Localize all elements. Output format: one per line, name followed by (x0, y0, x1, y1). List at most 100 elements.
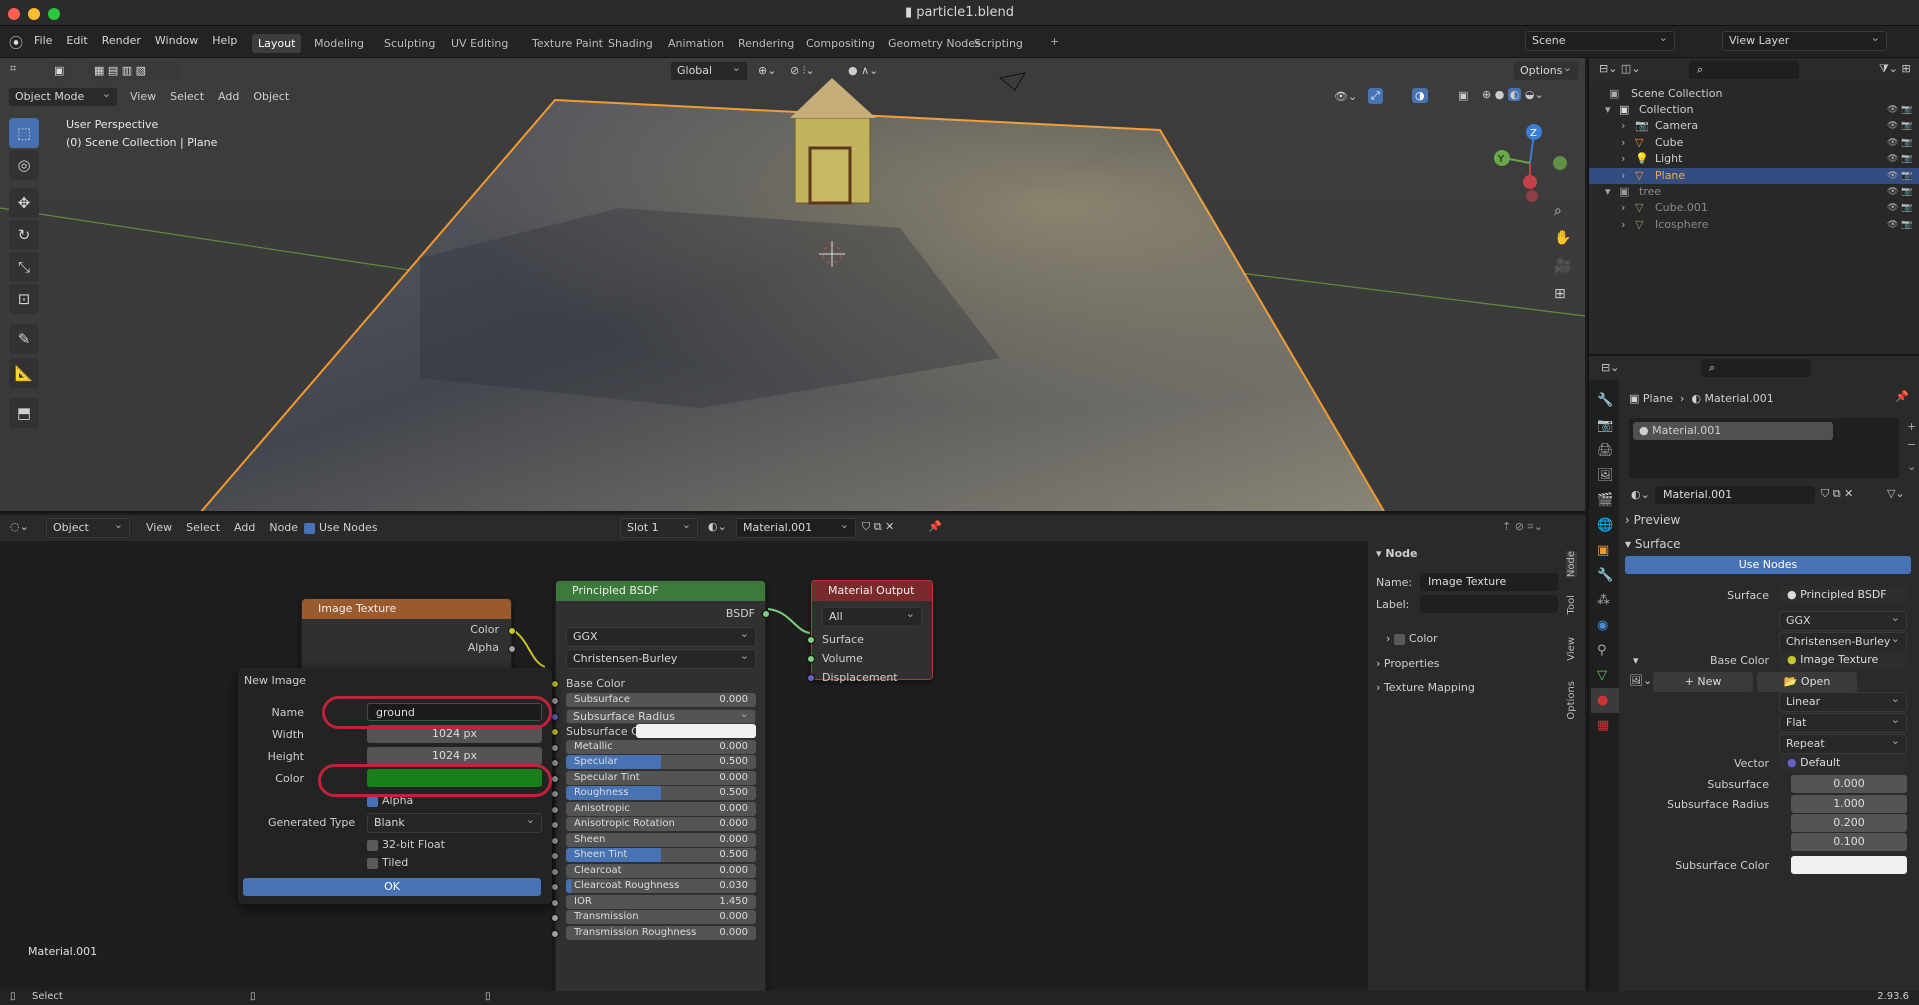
view-layer-tab-icon[interactable]: 🖼 (1597, 463, 1619, 488)
material-browse-icon[interactable]: ◐⌄ (1631, 488, 1650, 501)
open-image-button[interactable]: 📂 Open (1757, 672, 1857, 692)
bsdf-input-socket[interactable] (551, 712, 559, 721)
material-output-node[interactable]: Material Output All Surface Volume Displ… (807, 580, 933, 684)
float-checkbox[interactable]: 32-bit Float (367, 838, 445, 851)
material-slot-item[interactable]: ● Material.001 (1633, 422, 1833, 440)
interpolation-select[interactable]: Linear (1779, 690, 1907, 712)
image-browse-icon[interactable]: 🖼⌄ (1629, 674, 1652, 687)
surface-socket[interactable] (807, 636, 815, 644)
gizmo-toggle-icon[interactable]: ⤢ (1368, 88, 1383, 104)
tab-options[interactable]: Options (1566, 681, 1577, 720)
visibility-toggle-icon[interactable]: 👁 📷 (1887, 217, 1913, 233)
node-label-field[interactable] (1420, 595, 1558, 613)
properties-type-icon[interactable]: ⊟⌄ (1601, 361, 1619, 374)
viewport-menu-select[interactable]: Select (170, 90, 204, 103)
viewport-menu-object[interactable]: Object (253, 90, 289, 103)
bsdf-input-socket[interactable] (551, 836, 559, 845)
extension-select[interactable]: Repeat (1779, 732, 1907, 754)
bsdf-transmission-roughness-field[interactable]: Transmission Roughness 0.000 (566, 925, 756, 940)
view-layer-selector[interactable]: View Layer (1722, 29, 1887, 51)
bsdf-clearcoat-field[interactable]: Clearcoat 0.000 (566, 863, 756, 878)
properties-panel-header[interactable]: › Properties (1376, 657, 1440, 670)
editor-type-icon[interactable]: ⌗ (10, 62, 16, 76)
visibility-toggle-icon[interactable]: 👁 📷 (1887, 184, 1913, 200)
bsdf-input-socket[interactable] (551, 883, 559, 891)
outliner-item-icosphere[interactable]: › ▽ Icosphere 👁 📷 (1589, 217, 1919, 233)
node-color-toggle[interactable]: › Color (1386, 632, 1438, 645)
output-target-select[interactable]: All (822, 605, 922, 627)
transform-tool-icon[interactable]: ⊡ (9, 284, 39, 314)
bsdf-ior-field[interactable]: IOR 1.450 (566, 894, 756, 909)
bsdf-specular-field[interactable]: Specular 0.500 (566, 755, 756, 769)
subsurface-radius-x[interactable]: 1.000 (1791, 795, 1907, 813)
menu-help[interactable]: Help (212, 34, 237, 47)
tab-texture-paint[interactable]: Texture Paint (526, 34, 609, 53)
pivot-icon[interactable]: ⊕⌄ (758, 64, 776, 77)
outliner-type-icon[interactable]: ⊟⌄ ◫⌄ (1599, 62, 1641, 75)
outliner-item-cube-001[interactable]: › ▽ Cube.001 👁 📷 (1589, 200, 1919, 216)
blender-logo-icon[interactable]: ⦿ (9, 33, 23, 53)
node-section-header[interactable]: ▾ Node (1376, 547, 1417, 560)
tab-compositing[interactable]: Compositing (800, 34, 881, 53)
transform-orientation-select[interactable]: Global (670, 59, 748, 81)
use-nodes-checkbox[interactable]: Use Nodes (304, 521, 378, 534)
height-field[interactable]: 1024 px (367, 747, 542, 765)
use-nodes-button[interactable]: Use Nodes (1625, 556, 1911, 574)
principled-bsdf-node[interactable]: Principled BSDF BSDF GGX Christensen-Bur… (551, 580, 770, 991)
snap-icon[interactable]: ⊘ ⫶⌄ (790, 64, 815, 78)
camera-view-icon[interactable]: 🎥 (1554, 258, 1571, 274)
options-dropdown[interactable]: Options (1513, 59, 1579, 81)
bsdf-specular-tint-field[interactable]: Specular Tint 0.000 (566, 770, 756, 785)
material-actions-icon[interactable]: ⛉ ⧉ ✕ (1821, 487, 1853, 501)
annotate-tool-icon[interactable]: ✎ (9, 324, 39, 354)
ok-button[interactable]: OK (243, 878, 541, 896)
tab-uv-editing[interactable]: UV Editing (445, 34, 514, 53)
properties-search[interactable]: ⌕ (1701, 359, 1811, 377)
visibility-toggle-icon[interactable]: 👁 📷 (1887, 168, 1913, 184)
node-name-field[interactable]: Image Texture (1420, 573, 1558, 591)
output-tab-icon[interactable]: 🖨 (1597, 438, 1619, 463)
material-browse-icon[interactable]: ◐⌄ (708, 520, 727, 533)
slot-remove-icon[interactable]: − (1907, 438, 1916, 451)
bsdf-transmission-field[interactable]: Transmission 0.000 (566, 910, 756, 924)
image-texture-node[interactable]: Image Texture Color Alpha (301, 598, 516, 678)
bsdf-subsurface-method-select[interactable]: Christensen-Burley (566, 647, 756, 669)
tiled-checkbox[interactable]: Tiled (367, 856, 408, 869)
texture-mapping-panel-header[interactable]: › Texture Mapping (1376, 681, 1475, 694)
particles-tab-icon[interactable]: ⁂ (1597, 588, 1619, 613)
material-tab-icon[interactable]: ● (1591, 688, 1619, 713)
constraints-tab-icon[interactable]: ⚲ (1597, 638, 1619, 663)
perspective-toggle-icon[interactable]: ⊞ (1554, 286, 1566, 302)
preview-panel-header[interactable]: › Preview (1625, 513, 1680, 527)
visibility-toggle-icon[interactable]: 👁 📷 (1887, 135, 1913, 151)
zoom-icon[interactable]: ⌕ (1554, 203, 1562, 219)
projection-select[interactable]: Flat (1779, 711, 1907, 733)
node-canvas[interactable]: Image Texture Color Alpha Principled BSD… (0, 541, 1368, 991)
bsdf-input-socket[interactable] (551, 821, 559, 829)
slot-select[interactable]: Slot 1 (620, 516, 698, 538)
subsurface-method-select[interactable]: Christensen-Burley (1779, 630, 1907, 652)
menu-render[interactable]: Render (102, 34, 141, 47)
cursor-tool-icon[interactable]: ◎ (9, 150, 39, 180)
shader-type-select[interactable]: Object (46, 516, 130, 538)
slot-add-icon[interactable]: + (1907, 420, 1916, 433)
bsdf-clearcoat-roughness-field[interactable]: Clearcoat Roughness 0.030 (566, 879, 756, 893)
visibility-toggle-icon[interactable]: 👁 📷 (1887, 102, 1913, 118)
object-tab-icon[interactable]: ▣ (1597, 538, 1619, 563)
bsdf-anisotropic-rotation-field[interactable]: Anisotropic Rotation 0.000 (566, 817, 756, 831)
scale-tool-icon[interactable]: ⤡ (9, 252, 39, 282)
subsurface-color-swatch[interactable] (636, 724, 756, 738)
pin-icon[interactable]: 📌 (1895, 390, 1909, 403)
modifier-tab-icon[interactable]: 🔧 (1597, 563, 1619, 588)
surface-shader-field[interactable]: ● Principled BSDF (1779, 586, 1907, 604)
tab-node[interactable]: Node (1566, 551, 1577, 578)
displacement-socket[interactable] (807, 674, 815, 682)
subsurface-color-swatch[interactable] (1791, 856, 1907, 874)
add-cube-tool-icon[interactable]: ⬒ (9, 398, 39, 428)
bsdf-input-socket[interactable] (551, 852, 559, 860)
scene-tab-icon[interactable]: 🎬 (1597, 488, 1619, 513)
alpha-output-socket[interactable] (508, 645, 516, 653)
scene-selector[interactable]: Scene (1525, 29, 1675, 51)
outliner-item-plane[interactable]: › ▽ Plane 👁 📷 (1589, 167, 1919, 184)
shading-modes-icon[interactable]: ⊕ ● ◐ ◒⌄ (1482, 88, 1544, 101)
